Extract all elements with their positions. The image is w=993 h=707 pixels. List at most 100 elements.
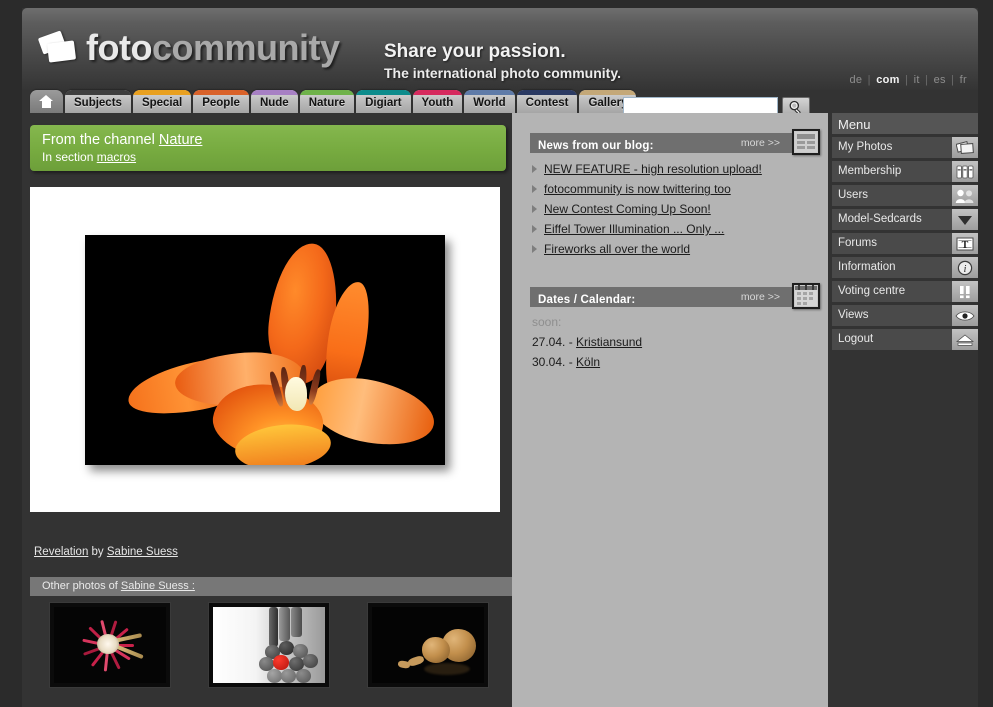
news-more-link[interactable]: more >>: [741, 137, 780, 149]
tab-people-label: People: [202, 97, 240, 109]
sidebar-item-label: Model-Sedcards: [838, 213, 922, 225]
dates-panel-title: Dates / Calendar:: [538, 294, 636, 306]
tab-contest[interactable]: Contest: [516, 90, 578, 113]
tab-special[interactable]: Special: [132, 90, 192, 113]
lang-es[interactable]: es: [933, 74, 947, 86]
thumbnail-pencils[interactable]: [208, 603, 329, 687]
tab-nature[interactable]: Nature: [299, 90, 355, 113]
lang-de[interactable]: de: [848, 74, 863, 86]
tab-digiart[interactable]: Digiart: [356, 90, 411, 113]
forum-text-icon: T: [952, 233, 978, 254]
date-value-1: 27.04. -: [532, 335, 577, 349]
voting-bars-icon: [952, 281, 978, 302]
menu-title-label: Menu: [838, 117, 871, 132]
other-photos-author-link[interactable]: Sabine Suess :: [121, 580, 195, 592]
date-entry-1: 27.04. - Kristiansund: [532, 335, 828, 349]
sidebar-item-label: Voting centre: [838, 285, 906, 297]
news-link-3[interactable]: New Contest Coming Up Soon!: [544, 202, 711, 216]
news-item[interactable]: Fireworks all over the world: [530, 239, 828, 259]
lang-it[interactable]: it: [913, 74, 921, 86]
section-prefix: In section: [42, 150, 97, 164]
thumbnail-cell-1: [30, 603, 189, 687]
main-navigation-tabs: Subjects Special People Nude Nature Digi…: [22, 90, 978, 113]
users-icon: [952, 185, 978, 206]
calendar-icon: [792, 283, 820, 309]
lang-fr[interactable]: fr: [959, 74, 968, 86]
bullet-arrow-icon: [532, 165, 537, 173]
home-icon: [39, 95, 54, 108]
thumbnail-dried-flower[interactable]: [49, 603, 170, 687]
channel-banner: From the channel Nature In section macro…: [30, 125, 506, 171]
tab-digiart-label: Digiart: [365, 97, 402, 109]
bullet-arrow-icon: [532, 225, 537, 233]
svg-text:i: i: [964, 264, 967, 275]
date-place-link-1[interactable]: Kristiansund: [576, 335, 642, 349]
tagline-line-1: Share your passion.: [384, 41, 566, 62]
tab-contest-label: Contest: [525, 97, 569, 109]
date-value-2: 30.04. -: [532, 355, 577, 369]
tab-people[interactable]: People: [193, 90, 249, 113]
sidebar-item-membership[interactable]: Membership: [832, 161, 978, 182]
sidebar-item-label: Views: [838, 309, 869, 321]
menu-title: Menu: [832, 113, 978, 134]
newspaper-icon: [792, 129, 820, 155]
news-panel-header: News from our blog: more >>: [530, 129, 820, 155]
tab-world[interactable]: World: [464, 90, 515, 113]
sidebar-item-forums[interactable]: Forums T: [832, 233, 978, 254]
tab-home[interactable]: [30, 90, 63, 113]
news-link-1[interactable]: NEW FEATURE - high resolution upload!: [544, 162, 762, 176]
sidebar-item-logout[interactable]: Logout: [832, 329, 978, 350]
sidebar-item-my-photos[interactable]: My Photos: [832, 137, 978, 158]
channel-prefix: From the channel: [42, 132, 159, 148]
news-item[interactable]: NEW FEATURE - high resolution upload!: [530, 159, 828, 179]
dates-more-link[interactable]: more >>: [741, 291, 780, 303]
date-place-link-2[interactable]: Köln: [576, 355, 600, 369]
thumbnail-walnuts[interactable]: [367, 603, 488, 687]
tab-subjects[interactable]: Subjects: [65, 90, 131, 113]
left-column: From the channel Nature In section macro…: [22, 113, 512, 707]
photo-title-link[interactable]: Revelation: [34, 546, 88, 558]
language-selector[interactable]: de | com | it | es | fr: [848, 74, 968, 86]
page-container: fotocommunity Share your passion. The in…: [22, 8, 978, 707]
sidebar-item-views[interactable]: Views: [832, 305, 978, 326]
tab-nude-label: Nude: [259, 97, 289, 109]
membership-cards-icon: [952, 161, 978, 182]
thumbnail-dried-flower-art: [68, 614, 152, 676]
news-link-4[interactable]: Eiffel Tower Illumination ... Only ...: [544, 222, 724, 236]
eject-icon: [952, 329, 978, 350]
news-list: NEW FEATURE - high resolution upload! fo…: [530, 159, 828, 259]
by-word: by: [88, 546, 107, 558]
dates-panel-header: Dates / Calendar: more >>: [530, 283, 820, 309]
sidebar-item-label: My Photos: [838, 141, 893, 153]
photo-author-link[interactable]: Sabine Suess: [107, 546, 178, 558]
tab-nature-label: Nature: [308, 97, 346, 109]
site-logo[interactable]: fotocommunity: [37, 30, 340, 66]
lang-com[interactable]: com: [875, 74, 901, 86]
news-item[interactable]: fotocommunity is now twittering too: [530, 179, 828, 199]
channel-link-nature[interactable]: Nature: [159, 132, 203, 148]
middle-column: News from our blog: more >> NEW FEATURE …: [512, 113, 828, 707]
section-link-macros[interactable]: macros: [97, 150, 136, 164]
main-photo[interactable]: [85, 234, 445, 465]
tab-nude[interactable]: Nude: [250, 90, 298, 113]
sidebar-item-information[interactable]: Information i: [832, 257, 978, 278]
main-photo-stage: [30, 187, 500, 512]
news-link-5[interactable]: Fireworks all over the world: [544, 242, 690, 256]
section-line: In section macros: [42, 149, 506, 166]
sidebar-item-voting-centre[interactable]: Voting centre: [832, 281, 978, 302]
thumbnail-cell-2: [189, 603, 348, 687]
news-panel-title: News from our blog:: [538, 140, 654, 152]
tab-youth[interactable]: Youth: [412, 90, 463, 113]
right-column: Menu My Photos Membership Users Model-Se…: [828, 113, 978, 707]
news-link-2[interactable]: fotocommunity is now twittering too: [544, 182, 731, 196]
sidebar-item-label: Users: [838, 189, 869, 201]
news-item[interactable]: Eiffel Tower Illumination ... Only ...: [530, 219, 828, 239]
channel-line: From the channel Nature: [42, 131, 506, 149]
sidebar-item-model-sedcards[interactable]: Model-Sedcards: [832, 209, 978, 230]
sidebar-item-users[interactable]: Users: [832, 185, 978, 206]
eye-icon: [952, 305, 978, 326]
photo-caption: Revelation by Sabine Suess: [22, 538, 512, 574]
sidebar-item-label: Membership: [838, 165, 902, 177]
photo-content: [85, 234, 445, 465]
news-item[interactable]: New Contest Coming Up Soon!: [530, 199, 828, 219]
